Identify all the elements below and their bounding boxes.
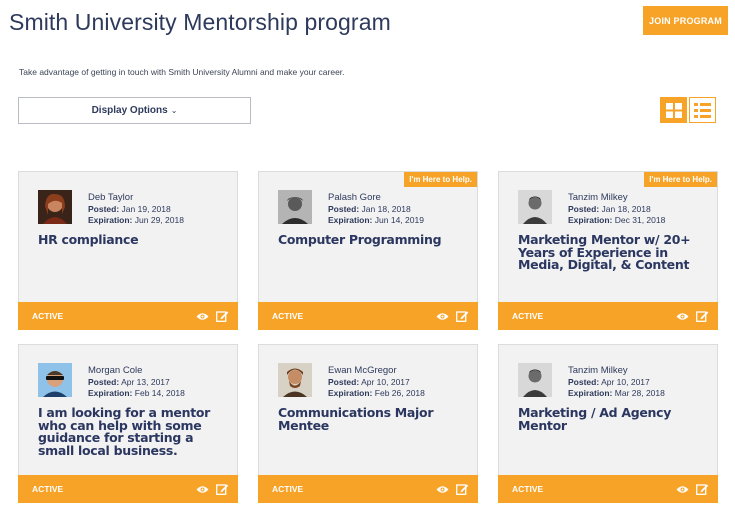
mentor-card[interactable]: I'm Here to Help. Tanzim Milkey Posted: …: [498, 171, 718, 330]
posted-label: Posted:: [88, 203, 120, 214]
expiration-label: Expiration:: [568, 215, 613, 225]
mentorship-topic: HR compliance: [38, 232, 139, 247]
join-program-button[interactable]: JOIN PROGRAM: [643, 6, 728, 35]
expiration-label: Expiration:: [328, 215, 373, 225]
edit-icon[interactable]: [456, 310, 469, 322]
chevron-down-icon: ⌄: [170, 106, 178, 115]
mentor-meta: Morgan Cole Posted: Apr 13, 2017 Expirat…: [88, 365, 185, 400]
card-footer: ACTIVE: [258, 475, 478, 503]
status-badge: ACTIVE: [272, 311, 304, 321]
status-badge: ACTIVE: [512, 484, 544, 494]
expiration-date: Dec 31, 2018: [614, 215, 666, 225]
mentorship-topic: Computer Programming: [278, 232, 442, 247]
mentorship-topic: Marketing / Ad Agency Mentor: [518, 405, 672, 433]
expiration-label: Expiration:: [568, 388, 613, 398]
grid-icon: [665, 102, 682, 118]
eye-icon[interactable]: [436, 312, 449, 321]
help-badge: I'm Here to Help.: [404, 172, 477, 187]
eye-icon[interactable]: [676, 485, 689, 494]
grid-view-button[interactable]: [660, 97, 687, 123]
avatar: [38, 190, 72, 224]
posted-label: Posted:: [568, 203, 600, 214]
posted-label: Posted:: [568, 376, 600, 387]
mentor-name: Ewan McGregor: [328, 365, 397, 376]
list-icon: [694, 102, 711, 118]
edit-icon[interactable]: [696, 310, 709, 322]
mentor-meta: Tanzim Milkey Posted: Jan 18, 2018 Expir…: [568, 192, 665, 227]
eye-icon[interactable]: [436, 485, 449, 494]
posted-date: Apr 10, 2017: [361, 376, 410, 387]
expiration-date: Jun 29, 2018: [134, 215, 184, 225]
mentor-meta: Palash Gore Posted: Jan 18, 2018 Expirat…: [328, 192, 424, 227]
card-footer: ACTIVE: [498, 302, 718, 330]
edit-icon[interactable]: [456, 483, 469, 495]
avatar: [278, 363, 312, 397]
edit-icon[interactable]: [696, 483, 709, 495]
posted-date: Jan 18, 2018: [601, 203, 651, 214]
view-toggle: [660, 97, 716, 123]
mentor-card[interactable]: I'm Here to Help. Palash Gore Posted: Ja…: [258, 171, 478, 330]
status-badge: ACTIVE: [512, 311, 544, 321]
posted-date: Apr 10, 2017: [601, 376, 650, 387]
page-title: Smith University Mentorship program: [9, 9, 391, 35]
mentor-name: Morgan Cole: [88, 365, 143, 376]
help-badge: I'm Here to Help.: [644, 172, 717, 187]
mentor-name: Tanzim Milkey: [568, 365, 628, 376]
edit-icon[interactable]: [216, 310, 229, 322]
posted-date: Apr 13, 2017: [121, 376, 170, 387]
expiration-date: Jun 14, 2019: [374, 215, 424, 225]
posted-label: Posted:: [328, 376, 360, 387]
avatar: [278, 190, 312, 224]
card-footer: ACTIVE: [18, 302, 238, 330]
posted-date: Jan 19, 2018: [121, 203, 171, 214]
status-badge: ACTIVE: [272, 484, 304, 494]
status-badge: ACTIVE: [32, 484, 64, 494]
mentor-card[interactable]: Tanzim Milkey Posted: Apr 10, 2017 Expir…: [498, 344, 718, 503]
list-view-button[interactable]: [689, 97, 716, 123]
mentor-name: Tanzim Milkey: [568, 192, 628, 203]
avatar: [518, 190, 552, 224]
expiration-date: Feb 26, 2018: [374, 388, 425, 398]
avatar: [38, 363, 72, 397]
mentor-card[interactable]: Deb Taylor Posted: Jan 19, 2018 Expirati…: [18, 171, 238, 330]
expiration-date: Mar 28, 2018: [614, 388, 665, 398]
mentor-name: Palash Gore: [328, 192, 381, 203]
mentorship-topic: Marketing Mentor w/ 20+ Years of Experie…: [518, 232, 691, 272]
expiration-label: Expiration:: [88, 388, 133, 398]
card-footer: ACTIVE: [498, 475, 718, 503]
status-badge: ACTIVE: [32, 311, 64, 321]
posted-label: Posted:: [328, 203, 360, 214]
intro-text: Take advantage of getting in touch with …: [19, 67, 345, 77]
posted-date: Jan 18, 2018: [361, 203, 411, 214]
mentor-card[interactable]: Morgan Cole Posted: Apr 13, 2017 Expirat…: [18, 344, 238, 503]
mentor-meta: Ewan McGregor Posted: Apr 10, 2017 Expir…: [328, 365, 425, 400]
eye-icon[interactable]: [196, 485, 209, 494]
mentor-meta: Tanzim Milkey Posted: Apr 10, 2017 Expir…: [568, 365, 665, 400]
edit-icon[interactable]: [216, 483, 229, 495]
expiration-date: Feb 14, 2018: [134, 388, 185, 398]
mentor-meta: Deb Taylor Posted: Jan 19, 2018 Expirati…: [88, 192, 184, 227]
mentorship-topic: I am looking for a mentor who can help w…: [38, 405, 211, 458]
posted-label: Posted:: [88, 376, 120, 387]
mentor-card[interactable]: Ewan McGregor Posted: Apr 10, 2017 Expir…: [258, 344, 478, 503]
expiration-label: Expiration:: [88, 215, 133, 225]
card-footer: ACTIVE: [258, 302, 478, 330]
card-footer: ACTIVE: [18, 475, 238, 503]
eye-icon[interactable]: [676, 312, 689, 321]
display-options-label: Display Options: [91, 105, 168, 116]
eye-icon[interactable]: [196, 312, 209, 321]
display-options-dropdown[interactable]: Display Options ⌄: [18, 97, 251, 124]
avatar: [518, 363, 552, 397]
mentor-name: Deb Taylor: [88, 192, 134, 203]
expiration-label: Expiration:: [328, 388, 373, 398]
mentorship-topic: Communications Major Mentee: [278, 405, 434, 433]
